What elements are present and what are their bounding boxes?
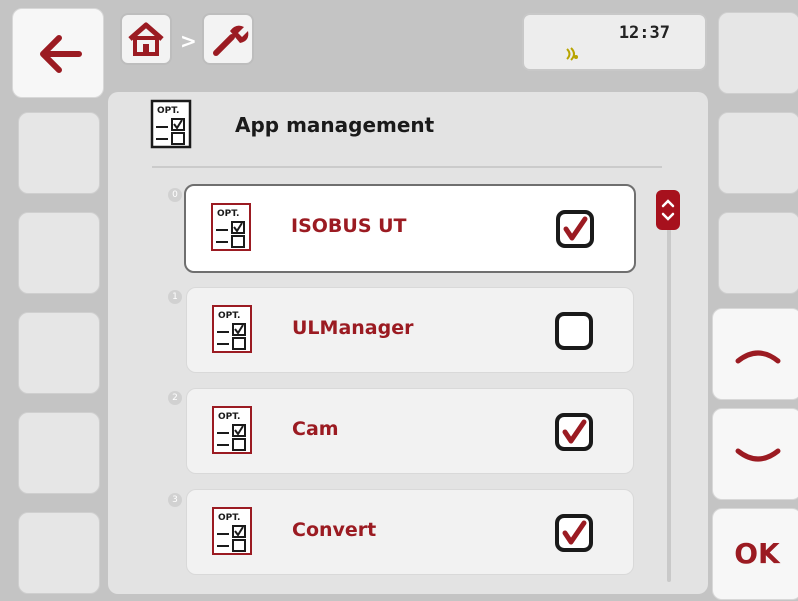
row-index: 0 xyxy=(168,188,182,202)
opt-icon: OPT. xyxy=(211,405,253,455)
opt-icon-text: OPT. xyxy=(218,311,240,321)
opt-icon-text: OPT. xyxy=(217,209,239,219)
right-softkey-3[interactable] xyxy=(718,212,798,294)
list-item[interactable]: OPT. Cam xyxy=(186,388,634,474)
opt-icon: OPT. xyxy=(150,99,192,149)
left-softkey-2[interactable] xyxy=(18,112,100,194)
scroll-down-button[interactable] xyxy=(712,408,798,500)
right-softkey-2[interactable] xyxy=(718,112,798,194)
terminal-frame: OK > 12:37 OPT. App management 0 OPT. IS… xyxy=(0,0,798,601)
opt-icon-text: OPT. xyxy=(157,106,179,116)
list-item[interactable]: OPT. Convert xyxy=(186,489,634,575)
right-softkey-1[interactable] xyxy=(718,12,798,94)
checkbox-checked[interactable] xyxy=(555,413,593,451)
scroll-arrows-icon xyxy=(661,199,675,221)
scroll-up-button[interactable] xyxy=(712,308,798,400)
scrollbar-thumb[interactable] xyxy=(656,190,680,230)
breadcrumb-separator: > xyxy=(180,29,197,53)
checkmark-icon xyxy=(562,520,587,545)
row-index: 1 xyxy=(168,290,182,304)
checkbox-checked[interactable] xyxy=(555,514,593,552)
checkmark-icon xyxy=(562,419,587,444)
opt-icon-text: OPT. xyxy=(218,412,240,422)
ok-button[interactable]: OK xyxy=(712,508,798,600)
checkbox-unchecked[interactable] xyxy=(555,312,593,350)
clock-time: 12:37 xyxy=(618,23,670,43)
list-item[interactable]: OPT. ULManager xyxy=(186,287,634,373)
left-softkey-5[interactable] xyxy=(18,412,100,494)
signal-icon xyxy=(564,45,582,67)
breadcrumb-home[interactable] xyxy=(120,13,172,65)
left-softkey-6[interactable] xyxy=(18,512,100,594)
home-icon xyxy=(128,22,164,56)
opt-icon: OPT. xyxy=(210,202,252,252)
opt-icon: OPT. xyxy=(211,304,253,354)
checkbox-checked[interactable] xyxy=(556,210,594,248)
breadcrumb-settings[interactable] xyxy=(202,13,254,65)
chevron-up-icon xyxy=(735,350,781,364)
back-button[interactable] xyxy=(12,8,104,98)
opt-icon: OPT. xyxy=(211,506,253,556)
divider xyxy=(152,166,662,168)
list-item-label: ISOBUS UT xyxy=(291,215,407,237)
page-title: App management xyxy=(235,113,435,137)
list-item-label: ULManager xyxy=(292,317,414,339)
left-softkey-4[interactable] xyxy=(18,312,100,394)
status-clock: 12:37 xyxy=(522,13,707,71)
wrench-icon xyxy=(213,25,249,56)
left-softkey-3[interactable] xyxy=(18,212,100,294)
list-item[interactable]: OPT. ISOBUS UT xyxy=(184,184,636,273)
opt-icon-text: OPT. xyxy=(218,513,240,523)
ok-label: OK xyxy=(734,537,780,570)
chevron-down-icon xyxy=(735,448,781,462)
row-index: 3 xyxy=(168,493,182,507)
list-item-label: Convert xyxy=(292,519,377,541)
back-arrow-icon xyxy=(40,35,82,73)
checkmark-icon xyxy=(563,216,588,241)
scrollbar-track[interactable] xyxy=(667,196,671,582)
list-item-label: Cam xyxy=(292,418,339,440)
row-index: 2 xyxy=(168,391,182,405)
